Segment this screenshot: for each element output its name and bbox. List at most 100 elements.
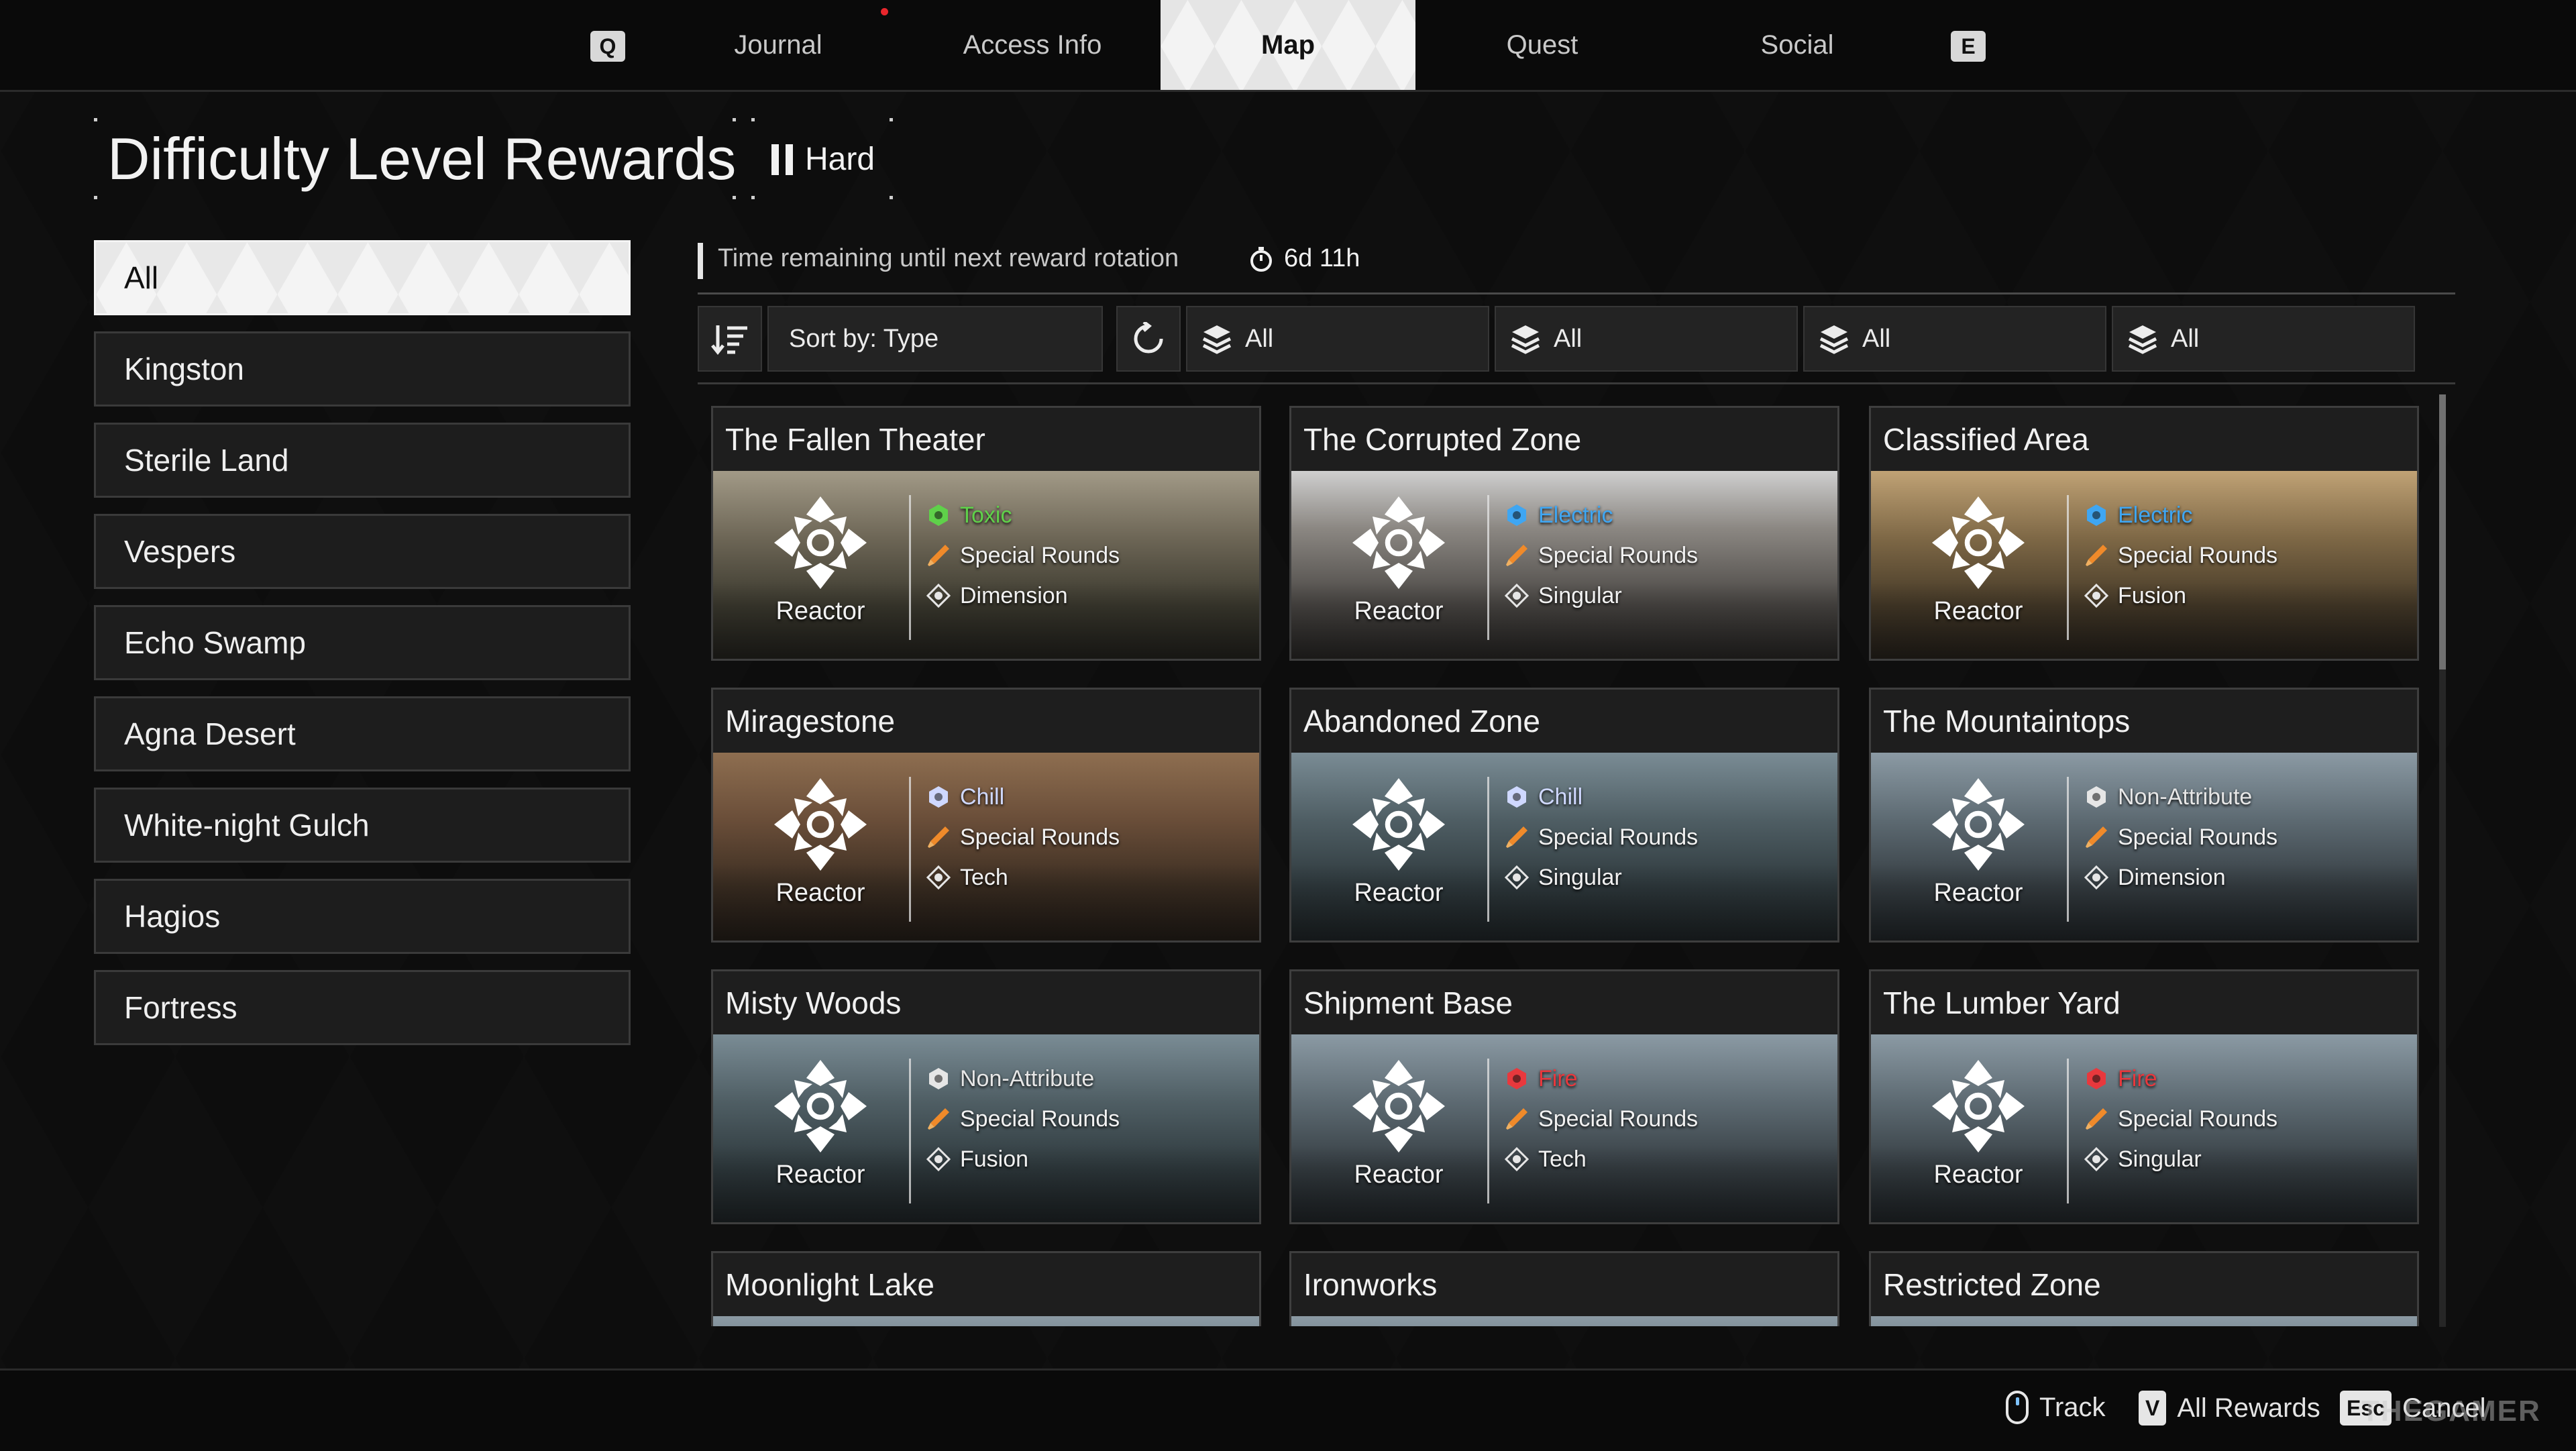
reward-card[interactable]: The Corrupted Zone Reactor Electric Special… (1289, 406, 1839, 661)
prev-tab-key[interactable]: Q (590, 31, 625, 62)
track-label: Track (2039, 1392, 2106, 1422)
tab-quest[interactable]: Quest (1415, 0, 1670, 90)
card-divider (1487, 777, 1489, 922)
reward-attributes: Electric Special Rounds Fusion (2084, 495, 2277, 616)
all-rewards-label: All Rewards (2177, 1393, 2320, 1423)
card-title: The Fallen Theater (713, 408, 1259, 471)
attribute-label: Chill (1538, 784, 1583, 810)
reward-type: Reactor (1318, 492, 1479, 626)
filter-dropdown-2[interactable]: All (1495, 306, 1798, 372)
top-navigation: Q Journal Access Info Map Quest Social E (0, 0, 2576, 92)
layers-icon (1819, 325, 1849, 354)
card-title: Shipment Base (1291, 971, 1837, 1034)
toxic-attribute-icon (929, 504, 948, 526)
scrollbar-thumb[interactable] (2439, 394, 2446, 669)
next-tab-key[interactable]: E (1951, 31, 1986, 62)
special-rounds-icon (2086, 545, 2107, 566)
filter-dropdown-1[interactable]: All (1186, 306, 1489, 372)
reset-filters-button[interactable] (1116, 306, 1181, 372)
region-item-fortress[interactable]: Fortress (94, 970, 631, 1045)
reward-label: Reactor (775, 879, 865, 907)
watermark: THEGAMER (2361, 1395, 2541, 1428)
tab-map[interactable]: Map (1161, 0, 1415, 90)
reward-attributes: Fire Special Rounds Singular (2084, 1059, 2277, 1179)
rotation-time: 6d 11h (1248, 244, 1360, 273)
all-rewards-action[interactable]: V All Rewards (2139, 1391, 2320, 1426)
reward-card[interactable]: The Fallen Theater Reactor Toxic Special Ro… (711, 406, 1261, 661)
skill-row: Dimension (926, 576, 1120, 616)
reactor-icon (774, 1060, 867, 1152)
reactor-icon (1352, 1060, 1445, 1152)
region-item-agna-desert[interactable]: Agna Desert (94, 696, 631, 771)
card-divider (909, 1059, 911, 1203)
reward-card[interactable]: The Lumber Yard Reactor Fire Special Rounds… (1869, 969, 2419, 1224)
rotation-label: Time remaining until next reward rotatio… (718, 244, 1179, 272)
region-item-vespers[interactable]: Vespers (94, 514, 631, 589)
attribute-row: Fire (2084, 1059, 2277, 1099)
reactor-icon (774, 778, 867, 871)
reward-card[interactable]: Abandoned Zone Reactor Chill Special Rounds… (1289, 688, 1839, 943)
chill-attribute-icon (929, 786, 948, 808)
tab-journal[interactable]: Journal (651, 0, 906, 90)
skill-row: Tech (926, 857, 1120, 898)
ammo-row: Special Rounds (926, 535, 1120, 576)
mouse-icon (2006, 1391, 2029, 1424)
skill-type-icon (926, 865, 951, 890)
filter-dropdown-4[interactable]: All (2112, 306, 2415, 372)
sort-dropdown[interactable]: Sort by: Type (767, 306, 1103, 372)
skill-label: Dimension (2118, 864, 2226, 890)
notification-dot (881, 8, 888, 15)
special-rounds-icon (928, 545, 949, 566)
skill-row: Singular (2084, 1139, 2277, 1179)
region-item-white-night-gulch[interactable]: White-night Gulch (94, 788, 631, 863)
reward-type: Reactor (740, 492, 901, 626)
divider (698, 382, 2455, 384)
ammo-row: Special Rounds (926, 817, 1120, 857)
tab-social[interactable]: Social (1670, 0, 1925, 90)
ammo-row: Special Rounds (926, 1099, 1120, 1139)
skill-type-icon (2084, 584, 2108, 608)
region-item-kingston[interactable]: Kingston (94, 331, 631, 407)
ammo-label: Special Rounds (1538, 542, 1699, 568)
ammo-label: Special Rounds (2118, 824, 2278, 850)
reward-attributes: Chill Special Rounds Singular (1505, 777, 1698, 898)
reactor-icon (1352, 496, 1445, 589)
filter-dropdown-3[interactable]: All (1803, 306, 2106, 372)
reward-card[interactable]: The Mountaintops Reactor Non-Attribute Spec… (1869, 688, 2419, 943)
region-item-sterile-land[interactable]: Sterile Land (94, 423, 631, 498)
region-item-hagios[interactable]: Hagios (94, 879, 631, 954)
ammo-label: Special Rounds (960, 542, 1120, 568)
attribute-row: Non-Attribute (2084, 777, 2277, 817)
footer-bar: Track V All Rewards Esc Cancel THEGAMER (0, 1368, 2576, 1451)
corner-dot (890, 196, 893, 199)
sort-order-button[interactable] (698, 306, 762, 372)
reward-type: Reactor (1898, 492, 2059, 626)
track-action[interactable]: Track (2006, 1391, 2106, 1424)
reward-card[interactable]: Shipment Base Reactor Fire Special Rounds Te… (1289, 969, 1839, 1224)
card-background-image (1291, 1316, 1837, 1326)
reward-card[interactable]: Ironworks (1289, 1251, 1839, 1326)
attribute-row: Non-Attribute (926, 1059, 1120, 1099)
difficulty-label: Hard (805, 142, 875, 177)
tab-access-info[interactable]: Access Info (905, 0, 1160, 90)
reward-card[interactable]: Restricted Zone (1869, 1251, 2419, 1326)
reward-card[interactable]: Classified Area Reactor Electric Special Ro… (1869, 406, 2419, 661)
skill-type-icon (1505, 865, 1529, 890)
reward-card[interactable]: Miragestone Reactor Chill Special Rounds Tec… (711, 688, 1261, 943)
reward-card[interactable]: Misty Woods Reactor Non-Attribute Special R… (711, 969, 1261, 1224)
attribute-row: Chill (1505, 777, 1698, 817)
skill-type-icon (2084, 1147, 2108, 1171)
filter-1-value: All (1245, 324, 1274, 353)
layers-icon (2128, 325, 2157, 354)
attribute-label: Non-Attribute (960, 1065, 1095, 1091)
attribute-label: Fire (1538, 1065, 1578, 1091)
skill-type-icon (926, 584, 951, 608)
card-divider (2067, 777, 2069, 922)
reward-card[interactable]: Moonlight Lake (711, 1251, 1261, 1326)
region-item-all[interactable]: All (94, 240, 631, 315)
skill-label: Tech (960, 864, 1008, 890)
region-item-echo-swamp[interactable]: Echo Swamp (94, 605, 631, 680)
non-attribute-attribute-icon (2087, 786, 2106, 808)
ammo-label: Special Rounds (1538, 1106, 1699, 1132)
scrollbar[interactable] (2439, 394, 2446, 1327)
